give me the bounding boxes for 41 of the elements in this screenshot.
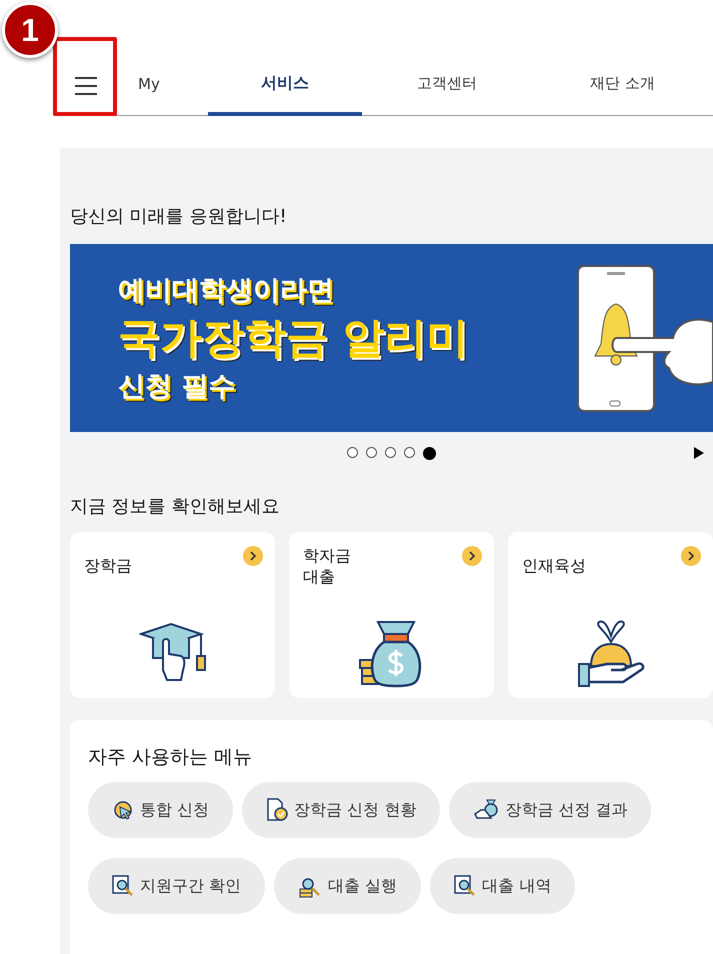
nav-tab[interactable]: 고객센터 xyxy=(362,55,532,116)
hand-bag-icon xyxy=(473,798,500,822)
cursor-target-icon xyxy=(112,799,134,821)
nav-tab[interactable]: 재단 소개 xyxy=(532,55,713,116)
card-title: 학자금 대출 xyxy=(303,546,351,588)
menu-icon xyxy=(74,76,98,96)
menu-chip[interactable]: 통합 신청 xyxy=(88,782,234,838)
category-card[interactable]: 장학금 xyxy=(70,532,275,698)
menu-chip[interactable]: 대출 실행 xyxy=(274,858,422,914)
document-search-icon xyxy=(454,875,476,897)
carousel-dot[interactable] xyxy=(404,446,415,458)
card-title: 자주 사용하는 메뉴 xyxy=(88,745,254,770)
nav-tab[interactable]: My xyxy=(114,55,184,116)
promo-banner[interactable]: 예비대학생이라면 국가장학금 알리미 신청 필수 xyxy=(70,244,713,432)
section-heading: 지금 정보를 확인해보세요 xyxy=(70,495,280,518)
banner-subtitle: 예비대학생이라면 xyxy=(118,274,335,308)
carousel-dot[interactable] xyxy=(423,446,436,460)
section-heading: 당신의 미래를 응원합니다! xyxy=(70,205,288,228)
play-icon[interactable] xyxy=(693,446,705,460)
banner-title: 국가장학금 알리미 xyxy=(118,312,469,364)
menu-chip[interactable]: 지원구간 확인 xyxy=(88,858,266,914)
menu-chip[interactable]: 장학금 선정 결과 xyxy=(449,782,652,838)
document-check-icon xyxy=(266,798,288,822)
document-search-icon xyxy=(112,875,134,897)
hand-seed-icon xyxy=(576,620,646,688)
chevron-right-icon xyxy=(243,546,263,566)
carousel-dot[interactable] xyxy=(347,446,358,458)
chevron-right-icon xyxy=(462,546,482,566)
banner-tagline: 신청 필수 xyxy=(118,370,236,404)
carousel-dot[interactable] xyxy=(366,446,377,458)
graduation-cap-icon xyxy=(138,620,208,682)
chevron-right-icon xyxy=(681,546,701,566)
step-badge: 1 xyxy=(2,2,58,58)
card-title: 인재육성 xyxy=(522,556,586,577)
category-card[interactable]: 인재육성 xyxy=(508,532,713,698)
card-title: 장학금 xyxy=(84,556,132,577)
category-card[interactable]: 학자금 대출 xyxy=(289,532,494,698)
menu-chip[interactable]: 장학금 신청 현황 xyxy=(242,782,440,838)
menu-chip[interactable]: 대출 내역 xyxy=(430,858,576,914)
nav-tab[interactable]: 서비스 xyxy=(208,55,362,116)
carousel-dot[interactable] xyxy=(385,446,396,458)
